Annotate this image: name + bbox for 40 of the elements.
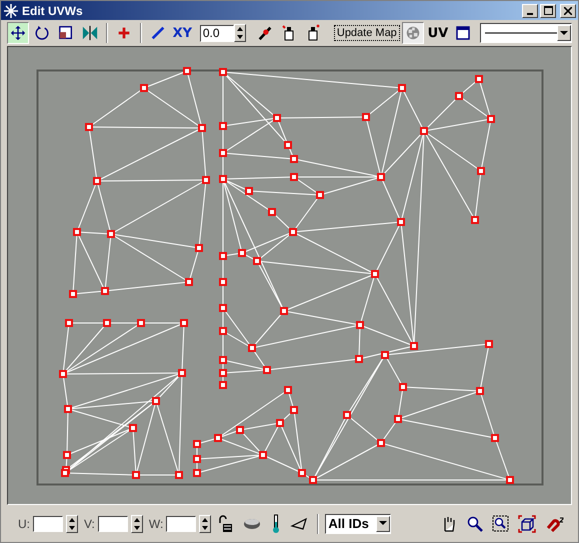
checker-sphere-icon [404, 24, 421, 42]
coordinate-field[interactable] [166, 516, 196, 532]
checker-sphere-button[interactable] [402, 22, 424, 44]
line-preview-icon [484, 32, 557, 34]
maximize-button[interactable] [540, 4, 556, 18]
close-icon [564, 6, 572, 14]
minimize-button[interactable] [522, 4, 538, 18]
thermometer-icon[interactable] [271, 514, 282, 534]
xy-button[interactable]: XY [170, 22, 194, 44]
magnet-icon[interactable] [545, 516, 565, 532]
line-style-dropdown[interactable] [480, 23, 572, 43]
coordinate-label: U: [18, 516, 30, 530]
zoom-extents-icon[interactable] [518, 514, 536, 532]
star-icon [3, 2, 19, 18]
maximize-icon [544, 6, 552, 15]
coordinate-field[interactable] [98, 516, 128, 532]
offset-field[interactable]: 0.0 [200, 24, 234, 42]
zoom-icon[interactable] [467, 516, 483, 532]
coordinate-label: V: [84, 516, 95, 530]
minimize-icon [527, 12, 533, 14]
zoom-region-icon[interactable] [492, 515, 509, 532]
coordinate-label: W: [148, 516, 164, 530]
line-icon [150, 24, 166, 42]
id-filter-dropdown[interactable]: All IDs [325, 514, 392, 534]
lock-icon[interactable] [217, 514, 234, 532]
mirror-icon [82, 24, 98, 42]
spinner-arrows-icon[interactable] [199, 514, 212, 532]
window-title: Edit UVWs [22, 4, 83, 18]
update-map-button[interactable]: Update Map [334, 25, 400, 41]
close-button[interactable] [560, 4, 576, 18]
rotate-icon [34, 24, 50, 42]
move-arrows-icon [10, 24, 26, 42]
triangle-icon[interactable] [290, 516, 308, 530]
spinner-arrows-icon[interactable] [66, 514, 78, 532]
uv-button[interactable]: UV [426, 22, 450, 44]
coordinate-field[interactable] [33, 516, 63, 532]
move-tool-button[interactable] [7, 22, 29, 44]
scale-icon [58, 24, 74, 42]
spinner-arrows-icon[interactable] [130, 514, 143, 532]
spinner-arrows-icon[interactable] [234, 24, 246, 42]
